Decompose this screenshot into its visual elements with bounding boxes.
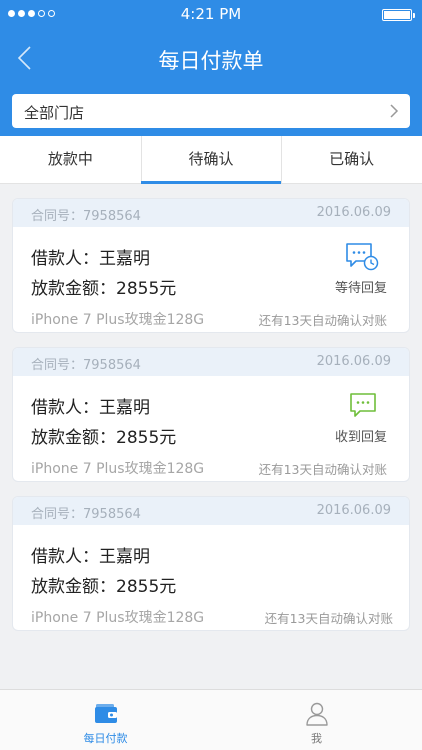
reply-status: 收到回复 xyxy=(334,430,387,445)
nav-bar: 每日付款单 xyxy=(0,36,422,80)
auto-confirm-note: 还有13天自动确认对账 xyxy=(258,313,387,328)
card-header: 合同号：7958564 2016.06.09 xyxy=(13,348,409,376)
auto-confirm-note: 还有13天自动确认对账 xyxy=(264,611,393,626)
card-header: 合同号：7958564 2016.06.09 xyxy=(13,199,409,227)
borrower-name: 借款人：王嘉明 xyxy=(31,398,150,418)
payment-card[interactable]: 合同号：7958564 2016.06.09 借款人：王嘉明 放款金额：2855… xyxy=(12,496,410,631)
store-selector[interactable]: 全部门店 xyxy=(12,94,410,128)
card-date: 2016.06.09 xyxy=(316,354,391,369)
product-name: iPhone 7 Plus玫瑰金128G xyxy=(31,610,205,626)
card-header: 合同号：7958564 2016.06.09 xyxy=(13,497,409,525)
loan-amount: 放款金额：2855元 xyxy=(31,577,177,597)
contract-number: 合同号：7958564 xyxy=(31,358,141,373)
card-body: 借款人：王嘉明 放款金额：2855元 iPhone 7 Plus玫瑰金128G … xyxy=(13,376,409,481)
contract-number: 合同号：7958564 xyxy=(31,507,141,522)
wallet-icon xyxy=(94,704,117,723)
tab-lending[interactable]: 放款中 xyxy=(0,136,141,183)
tabbar-item-me[interactable]: 我 xyxy=(211,690,422,750)
tabbar-label: 每日付款 xyxy=(83,732,128,745)
contract-number: 合同号：7958564 xyxy=(31,209,141,224)
bottom-tab-bar: 每日付款 我 xyxy=(0,689,422,750)
page-title: 每日付款单 xyxy=(158,49,264,73)
person-icon xyxy=(305,702,328,726)
reply-status: 等待回复 xyxy=(334,281,387,296)
loan-amount: 放款金额：2855元 xyxy=(31,428,177,448)
tabbar-label: 我 xyxy=(311,732,322,745)
tab-confirmed[interactable]: 已确认 xyxy=(281,136,422,183)
tab-bar: 放款中 待确认 已确认 xyxy=(0,136,422,184)
chevron-right-icon xyxy=(390,104,399,118)
battery-icon xyxy=(382,9,415,21)
status-bar: 4:21 PM xyxy=(0,0,422,28)
loan-amount: 放款金额：2855元 xyxy=(31,279,177,299)
payment-card[interactable]: 合同号：7958564 2016.06.09 借款人：王嘉明 放款金额：2855… xyxy=(12,347,410,482)
card-date: 2016.06.09 xyxy=(316,205,391,220)
auto-confirm-note: 还有13天自动确认对账 xyxy=(258,462,387,477)
payment-card[interactable]: 合同号：7958564 2016.06.09 借款人：王嘉明 放款金额：2855… xyxy=(12,198,410,333)
header: 4:21 PM 每日付款单 全部门店 xyxy=(0,0,422,136)
chat-clock-icon xyxy=(346,243,379,271)
card-body: 借款人：王嘉明 放款金额：2855元 iPhone 7 Plus玫瑰金128G … xyxy=(13,525,409,630)
product-name: iPhone 7 Plus玫瑰金128G xyxy=(31,461,205,477)
chat-icon xyxy=(350,393,376,417)
card-date: 2016.06.09 xyxy=(316,503,391,518)
product-name: iPhone 7 Plus玫瑰金128G xyxy=(31,312,205,328)
store-selector-label: 全部门店 xyxy=(24,104,85,122)
tabbar-item-daily-payment[interactable]: 每日付款 xyxy=(0,690,211,750)
borrower-name: 借款人：王嘉明 xyxy=(31,249,150,269)
card-body: 借款人：王嘉明 放款金额：2855元 iPhone 7 Plus玫瑰金128G … xyxy=(13,227,409,332)
borrower-name: 借款人：王嘉明 xyxy=(31,547,150,567)
status-time: 4:21 PM xyxy=(180,5,242,23)
tab-pending[interactable]: 待确认 xyxy=(140,136,282,184)
